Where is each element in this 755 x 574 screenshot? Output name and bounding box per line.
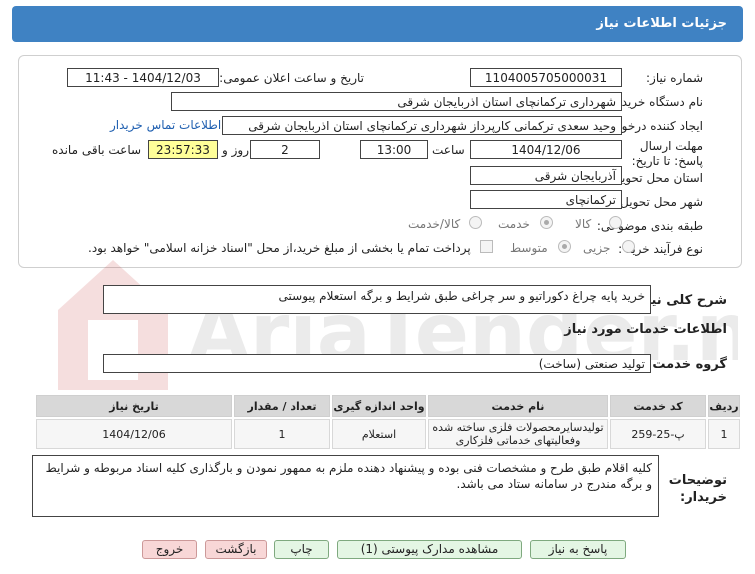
remaining-label: ساعت باقی مانده bbox=[52, 143, 142, 157]
buyer-org-field: شهرداری ترکمانچای استان اذربایجان شرقی bbox=[171, 92, 622, 111]
col-header-row-number: ردیف bbox=[708, 395, 740, 417]
page-title: جزئیات اطلاعات نیاز bbox=[596, 16, 727, 31]
general-desc-field: خرید پایه چراغ دکوراتیو و سر چراغی طبق ش… bbox=[103, 285, 651, 314]
deadline-label: مهلت ارسال پاسخ: تا تاریخ: bbox=[631, 139, 703, 168]
buyer-notes-label: توضیحات خریدار: bbox=[668, 473, 727, 505]
col-header-quantity: تعداد / مقدار bbox=[234, 395, 330, 417]
services-table: ردیف کد خدمت نام خدمت واحد اندازه گیری ت… bbox=[34, 393, 742, 451]
col-header-unit: واحد اندازه گیری bbox=[332, 395, 426, 417]
col-header-service-code: کد خدمت bbox=[610, 395, 706, 417]
announce-field: 1404/12/03 - 11:43 bbox=[67, 68, 219, 87]
cell-unit: استعلام bbox=[332, 419, 426, 449]
buyer-notes-field: کلیه اقلام طبق طرح و مشخصات فنی بوده و پ… bbox=[32, 455, 659, 517]
category-option-goods: کالا bbox=[575, 217, 592, 231]
city-label: شهر محل تحویل: bbox=[616, 195, 703, 209]
cell-row-number: 1 bbox=[708, 419, 740, 449]
cell-service-code: پ-25-259 bbox=[610, 419, 706, 449]
category-radio-goods-service[interactable] bbox=[469, 216, 482, 229]
need-number-label: شماره نیاز: bbox=[646, 71, 703, 85]
deadline-date-field: 1404/12/06 bbox=[470, 140, 622, 159]
category-radio-service[interactable] bbox=[540, 216, 553, 229]
cell-quantity: 1 bbox=[234, 419, 330, 449]
days-field: 2 bbox=[250, 140, 320, 159]
page-header: جزئیات اطلاعات نیاز bbox=[12, 6, 743, 42]
back-button[interactable]: بازگشت bbox=[205, 540, 267, 559]
service-group-field: تولید صنعتی (ساخت) bbox=[103, 354, 651, 373]
cell-need-date: 1404/12/06 bbox=[36, 419, 232, 449]
table-header-row: ردیف کد خدمت نام خدمت واحد اندازه گیری ت… bbox=[36, 395, 740, 417]
deadline-time-field: 13:00 bbox=[360, 140, 428, 159]
category-radio-goods[interactable] bbox=[609, 216, 622, 229]
exit-button[interactable]: خروج bbox=[142, 540, 197, 559]
reply-button[interactable]: پاسخ به نیاز bbox=[530, 540, 626, 559]
buyer-org-label: نام دستگاه خریدار: bbox=[608, 95, 704, 109]
attachments-button[interactable]: مشاهده مدارک پیوستی (1) bbox=[337, 540, 522, 559]
province-label: استان محل تحویل: bbox=[608, 171, 703, 185]
col-header-need-date: تاریخ نیاز bbox=[36, 395, 232, 417]
days-label: روز و bbox=[222, 143, 249, 157]
category-option-service: خدمت bbox=[498, 217, 530, 231]
province-field: آذربایجان شرقی bbox=[470, 166, 622, 185]
creator-field: وحید سعدی ترکمانی کارپرداز شهرداری ترکما… bbox=[222, 116, 622, 135]
category-option-goods-service: کالا/خدمت bbox=[408, 217, 461, 231]
print-button[interactable]: چاپ bbox=[274, 540, 329, 559]
service-group-label: گروه خدمت: bbox=[647, 357, 727, 372]
cell-service-name: تولیدسایرمحصولات فلزی ساخته شده وفعالیته… bbox=[428, 419, 608, 449]
city-field: ترکمانچای bbox=[470, 190, 622, 209]
announce-label: تاریخ و ساعت اعلان عمومی: bbox=[219, 71, 364, 85]
remaining-time-field: 23:57:33 bbox=[148, 140, 218, 159]
col-header-service-name: نام خدمت bbox=[428, 395, 608, 417]
time-label: ساعت bbox=[432, 143, 465, 157]
table-row: 1 پ-25-259 تولیدسایرمحصولات فلزی ساخته ش… bbox=[36, 419, 740, 449]
contact-buyer-link[interactable]: اطلاعات تماس خریدار bbox=[110, 118, 221, 132]
services-section-title: اطلاعات خدمات مورد نیاز bbox=[564, 322, 727, 337]
need-number-field: 1104005705000031 bbox=[470, 68, 622, 87]
